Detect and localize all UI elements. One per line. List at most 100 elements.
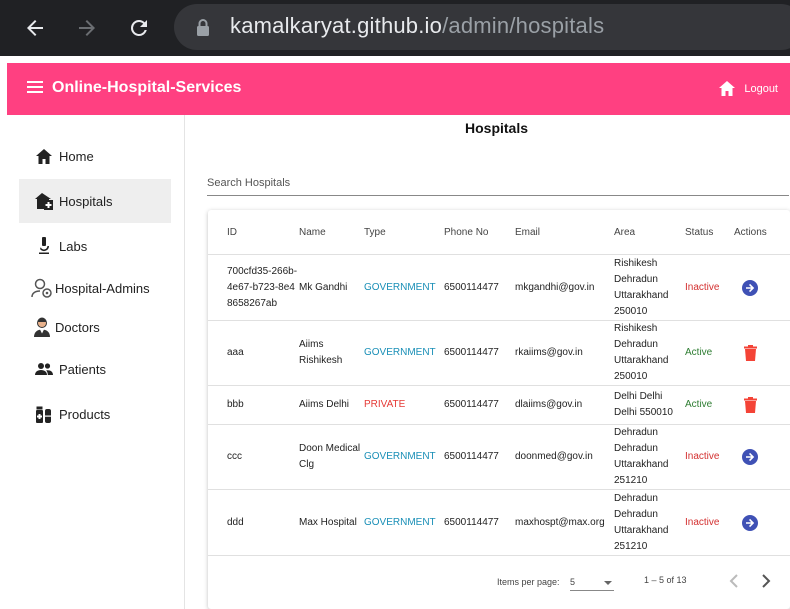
cell-name: Mk Gandhi (299, 282, 348, 293)
column-header-status[interactable]: Status (685, 227, 713, 238)
home-icon (719, 81, 736, 96)
sidebar-item-label: Hospital-Admins (55, 280, 150, 296)
cell-email: dlaiims@gov.in (515, 399, 583, 410)
home-icon (35, 147, 53, 165)
cell-id: ddd (227, 516, 244, 528)
trash-icon[interactable] (741, 396, 759, 414)
sidebar-item-doctors[interactable]: Doctors (19, 305, 171, 349)
sidebar-item-products[interactable]: Products (19, 392, 171, 436)
status-badge: Active (685, 347, 713, 358)
logout-label: Logout (744, 82, 778, 95)
sidebar-item-label: Doctors (55, 319, 100, 335)
cell-name: Doon Medical Clg (299, 443, 361, 470)
cell-name: Aiims Rishikesh (299, 339, 343, 366)
table-row[interactable]: ddd Max Hospital GOVERNMENT 6500114477 m… (208, 490, 790, 556)
paginator: Items per page: 5 1 – 5 of 13 (208, 571, 790, 595)
column-header-type[interactable]: Type (364, 227, 386, 238)
cell-area: Rishikesh Dehradun Uttarakhand 250010 (614, 323, 669, 382)
cell-area: Dehradun Dehradun Uttarakhand 251210 (614, 427, 669, 486)
medicine-icon (35, 405, 53, 423)
cell-phone: 6500114477 (444, 282, 499, 293)
cell-phone: 6500114477 (444, 347, 499, 358)
status-badge: Inactive (685, 516, 720, 528)
cell-phone: 6500114477 (444, 516, 499, 528)
logout-button[interactable]: Logout (719, 81, 778, 96)
cell-type: GOVERNMENT (364, 516, 436, 528)
cell-area: Rishikesh Dehradun Uttarakhand 250010 (614, 258, 669, 317)
cell-id: 700cfd35-266b-4e67-b723-8e48658267ab (227, 266, 298, 309)
arrow-right-circle-icon[interactable] (741, 448, 759, 466)
cell-id: ccc (227, 451, 242, 462)
cell-email: mkgandhi@gov.in (515, 282, 595, 293)
cell-email: maxhospt@max.org (515, 516, 605, 528)
sidebar-item-label: Labs (59, 238, 88, 254)
page-range-label: 1 – 5 of 13 (644, 575, 687, 585)
app-toolbar: Online-Hospital-Services Logout (7, 63, 790, 115)
page-size-value: 5 (570, 577, 576, 587)
cell-type: GOVERNMENT (364, 451, 436, 462)
sidebar-item-patients[interactable]: Patients (19, 347, 171, 391)
cell-name: Max Hospital (299, 516, 357, 528)
page-size-select[interactable]: 5 (570, 573, 614, 591)
arrow-right-circle-icon[interactable] (741, 514, 759, 532)
sidebar-item-label: Products (59, 406, 111, 422)
cell-phone: 6500114477 (444, 451, 499, 462)
column-header-actions: Actions (734, 227, 767, 238)
sidebar-item-hospital-admins[interactable]: Hospital-Admins (19, 266, 171, 310)
cell-id: bbb (227, 399, 244, 410)
url-host: kamalkaryat.github.io (230, 13, 443, 38)
sidebar-item-home[interactable]: Home (19, 134, 171, 178)
chevron-left-icon (729, 574, 738, 588)
microscope-icon (35, 237, 53, 255)
table-row[interactable]: 700cfd35-266b-4e67-b723-8e48658267ab Mk … (208, 255, 790, 321)
url-text[interactable]: kamalkaryat.github.io/admin/hospitals (230, 13, 604, 39)
cell-email: rkaiims@gov.in (515, 347, 583, 358)
lock-icon (194, 17, 212, 39)
table-row[interactable]: ccc Doon Medical Clg GOVERNMENT 65001144… (208, 425, 790, 490)
page-title: Hospitals (465, 120, 529, 136)
cell-email: doonmed@gov.in (515, 451, 593, 462)
previous-page-button[interactable] (724, 571, 744, 591)
doctor-icon (31, 317, 53, 337)
cell-name: Aiims Delhi (299, 399, 350, 410)
arrow-right-circle-icon[interactable] (741, 279, 759, 297)
status-badge: Active (685, 399, 713, 410)
reload-icon[interactable] (124, 13, 154, 43)
cell-id: aaa (227, 347, 244, 358)
sidebar-item-label: Hospitals (59, 193, 113, 209)
forward-arrow-icon[interactable] (72, 13, 102, 43)
column-header-area[interactable]: Area (614, 227, 635, 238)
table-row[interactable]: bbb Aiims Delhi PRIVATE 6500114477 dlaii… (208, 386, 790, 425)
cell-type: PRIVATE (364, 399, 406, 410)
items-per-page-label: Items per page: (497, 577, 560, 587)
trash-icon[interactable] (741, 344, 759, 362)
app-brand[interactable]: Online-Hospital-Services (52, 79, 241, 97)
hamburger-menu-icon[interactable] (27, 81, 43, 95)
column-header-id[interactable]: ID (227, 227, 237, 238)
sidebar-item-label: Home (59, 148, 94, 164)
column-header-name[interactable]: Name (299, 227, 326, 238)
people-icon (35, 360, 53, 378)
status-badge: Inactive (685, 282, 720, 293)
admin-user-icon (31, 278, 53, 298)
sidebar-item-hospitals[interactable]: Hospitals (19, 179, 171, 223)
cell-area: Dehradun Dehradun Uttarakhand 251210 (614, 492, 669, 552)
next-page-button[interactable] (756, 571, 776, 591)
cell-type: GOVERNMENT (364, 347, 436, 358)
chevron-right-icon (762, 574, 771, 588)
search-field[interactable] (207, 170, 789, 196)
chevron-down-icon (604, 581, 612, 585)
column-header-email[interactable]: Email (515, 227, 540, 238)
hospitals-table: ID Name Type Phone No Email Area Status … (208, 210, 790, 609)
column-header-phone[interactable]: Phone No (444, 227, 488, 238)
back-arrow-icon[interactable] (20, 13, 50, 43)
cell-phone: 6500114477 (444, 399, 499, 410)
sidebar: Home Hospitals Labs Hospital-Admins Doct… (7, 115, 185, 609)
browser-toolbar: kamalkaryat.github.io/admin/hospitals (0, 0, 790, 56)
search-input[interactable] (207, 170, 789, 196)
cell-area: Delhi Delhi Delhi 550010 (614, 391, 673, 418)
table-row[interactable]: aaa Aiims Rishikesh GOVERNMENT 650011447… (208, 321, 790, 386)
sidebar-item-labs[interactable]: Labs (19, 224, 171, 268)
sidebar-item-label: Patients (59, 361, 106, 377)
cell-type: GOVERNMENT (364, 282, 436, 293)
